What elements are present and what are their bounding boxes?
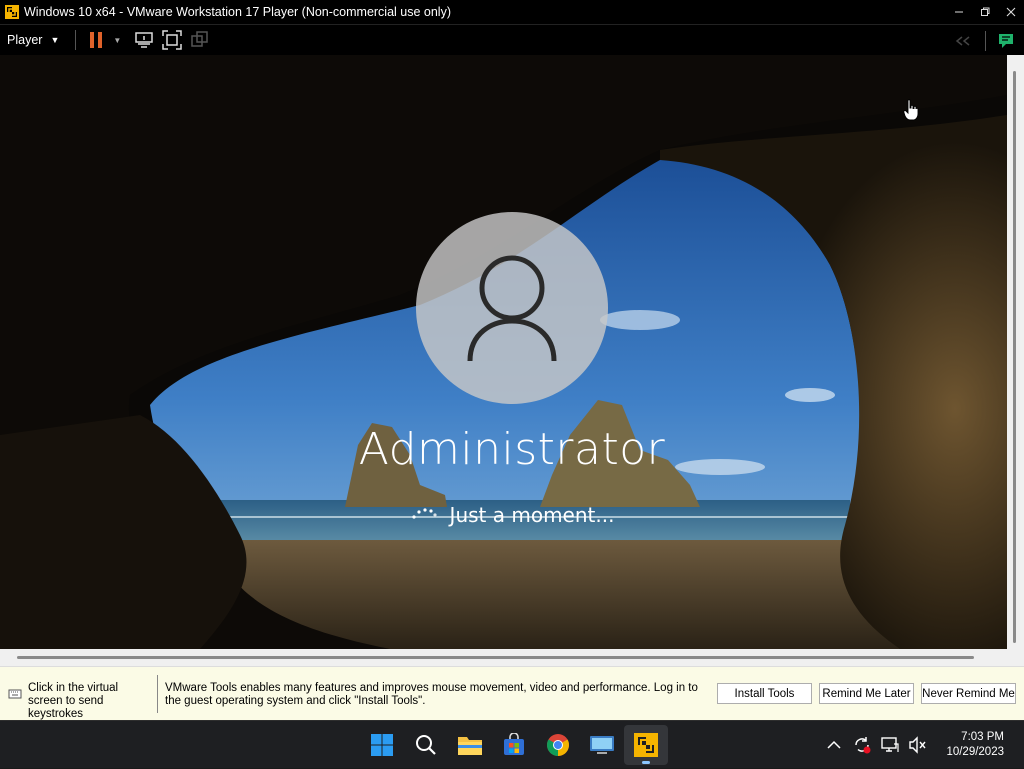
chrome-icon (547, 734, 569, 756)
clock-date: 10/29/2023 (946, 746, 1004, 758)
user-icon (467, 255, 557, 362)
windows-start-icon (371, 734, 393, 756)
microsoft-store-button[interactable] (492, 725, 536, 765)
chevron-up-icon[interactable] (822, 733, 846, 757)
remind-me-later-button[interactable]: Remind Me Later (819, 683, 914, 704)
vmware-player-button[interactable] (624, 725, 668, 765)
system-clock[interactable]: 7:03 PM 10/29/2023 (946, 730, 1004, 760)
horizontal-scrollbar[interactable] (0, 649, 1007, 666)
fit-guest-button[interactable] (158, 26, 186, 54)
windows-start-button[interactable] (360, 725, 404, 765)
close-button[interactable] (998, 0, 1024, 24)
windows-taskbar: 7:03 PM 10/29/2023 (0, 720, 1024, 768)
toolbar-divider (985, 30, 986, 51)
minimize-button[interactable] (946, 0, 972, 24)
pause-dropdown-button[interactable]: ▼ (110, 26, 124, 54)
vmware-logo-icon (3, 3, 21, 21)
scrollbar-corner (1007, 649, 1024, 666)
window-title: Windows 10 x64 - VMware Workstation 17 P… (24, 5, 452, 19)
horizontal-scrollbar-thumb[interactable] (17, 656, 974, 659)
message-log-icon (999, 33, 1013, 48)
chrome-button[interactable] (536, 725, 580, 765)
status-text: Just a moment... (449, 503, 615, 527)
pause-icon (90, 32, 103, 48)
volume-muted-icon[interactable] (906, 733, 930, 757)
file-explorer-icon (458, 737, 482, 755)
virtual-machine-screen[interactable]: Administrator Just a moment... (0, 55, 1007, 649)
fit-guest-icon (162, 30, 183, 50)
unity-icon (191, 31, 209, 47)
search-icon (416, 735, 436, 755)
send-ctrl-alt-del-icon (135, 32, 154, 48)
loading-spinner-icon (410, 505, 444, 525)
title-bar: Windows 10 x64 - VMware Workstation 17 P… (0, 0, 1024, 24)
unity-button[interactable] (186, 26, 214, 54)
send-ctrl-alt-del-button[interactable] (130, 26, 158, 54)
system-tray: 7:03 PM 10/29/2023 (820, 721, 1024, 769)
vertical-scrollbar[interactable] (1007, 55, 1024, 649)
clock-time: 7:03 PM (961, 731, 1004, 743)
vmware-player-icon (634, 733, 658, 757)
login-status: Just a moment... (0, 503, 1007, 527)
vertical-scrollbar-thumb[interactable] (1013, 71, 1016, 643)
sync-error-icon[interactable] (850, 733, 874, 757)
keystroke-hint: Click in the virtual screen to send keys… (28, 682, 119, 720)
tools-bar-divider (157, 675, 158, 713)
hand-cursor-icon (903, 99, 919, 126)
back-arrows-icon[interactable] (949, 27, 977, 55)
message-log-button[interactable] (992, 27, 1020, 55)
search-button[interactable] (404, 725, 448, 765)
never-remind-me-button[interactable]: Never Remind Me (921, 683, 1016, 704)
microsoft-store-icon (504, 733, 524, 755)
username-label: Administrator (358, 424, 666, 475)
install-tools-button[interactable]: Install Tools (717, 683, 812, 704)
keyboard-icon (8, 687, 22, 704)
vmware-tools-bar: Click in the virtual screen to send keys… (0, 666, 1024, 720)
pause-button[interactable] (82, 26, 110, 54)
player-toolbar: Player ▼ ▼ (0, 24, 1024, 55)
maximize-button[interactable] (972, 0, 998, 24)
chevron-down-icon: ▼ (113, 35, 122, 45)
user-avatar (416, 212, 608, 404)
display-network-icon[interactable] (878, 733, 902, 757)
chevron-down-icon: ▼ (50, 35, 60, 45)
toolbar-divider (75, 30, 77, 50)
login-screen: Administrator Just a moment... (0, 55, 1007, 649)
file-explorer-button[interactable] (448, 725, 492, 765)
remote-desktop-icon (590, 736, 614, 754)
remote-desktop-button[interactable] (580, 725, 624, 765)
tools-message: VMware Tools enables many features and i… (165, 682, 698, 707)
player-menu-label: Player (7, 33, 43, 47)
player-menu-button[interactable]: Player ▼ (0, 25, 67, 55)
